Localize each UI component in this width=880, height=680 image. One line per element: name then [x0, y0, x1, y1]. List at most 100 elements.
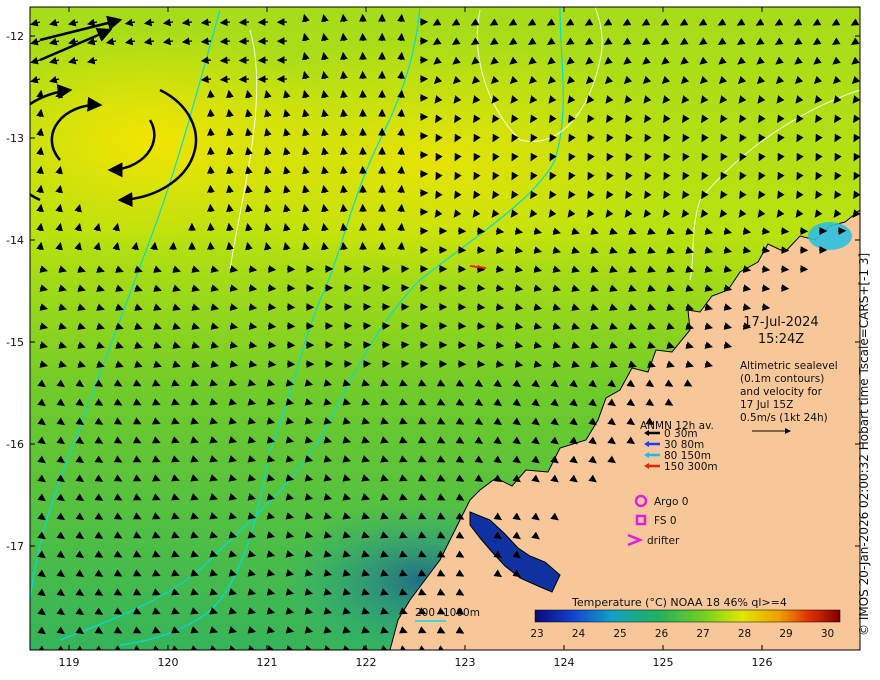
velocity-vector	[397, 89, 405, 99]
copyright-text: © IMOS 20-Jan-2026 02:00:32 Hobart time …	[857, 252, 871, 636]
coastal-cool-patch	[808, 222, 852, 250]
velocity-vector	[267, 341, 277, 349]
velocity-vector	[397, 51, 405, 61]
y-tick-label: -15	[6, 336, 24, 349]
velocity-vector	[340, 127, 348, 137]
velocity-vector	[780, 284, 790, 292]
velocity-vector	[219, 37, 231, 46]
velocity-vector	[495, 341, 505, 349]
velocity-vector	[340, 13, 348, 23]
colorbar-tick-label: 28	[738, 628, 751, 640]
velocity-vector	[495, 265, 505, 273]
alt-line3: and velocity for	[740, 386, 822, 398]
velocity-vector	[238, 37, 250, 46]
velocity-vector	[238, 56, 250, 65]
anmn-item-label: 150 300m	[664, 461, 718, 473]
colorbar-title: Temperature (°C) NOAA 18 46% ql>=4	[571, 596, 787, 609]
velocity-vector	[207, 127, 215, 137]
velocity-vector	[267, 284, 277, 292]
velocity-vector	[219, 56, 231, 65]
alt-line1: Altimetric sealevel	[740, 360, 838, 372]
colorbar-tick-label: 25	[613, 628, 626, 640]
velocity-vector	[397, 32, 405, 42]
velocity-vector	[340, 32, 348, 42]
velocity-vector	[476, 246, 486, 254]
colorbar-tick-label: 26	[655, 628, 669, 640]
velocity-vector	[397, 165, 405, 175]
velocity-vector	[207, 108, 215, 118]
bathy-label-1000: 1000m	[443, 607, 480, 619]
velocity-vector	[397, 222, 405, 232]
velocity-vector	[761, 265, 771, 273]
y-tick-label: -14	[6, 234, 24, 247]
x-tick-label: 126	[752, 656, 773, 669]
colorbar-gradient	[534, 609, 841, 623]
argo-label: Argo 0	[654, 496, 688, 508]
x-tick-label: 121	[257, 656, 278, 669]
velocity-vector	[761, 246, 771, 254]
velocity-vector	[340, 241, 348, 251]
velocity-vector	[200, 75, 212, 84]
velocity-vector	[207, 241, 215, 251]
velocity-vector	[267, 265, 277, 273]
datetime-label: 17-Jul-2024 15:24Z	[726, 314, 836, 348]
alt-line5: 0.5m/s (1kt 24h)	[740, 412, 828, 424]
velocity-vector	[219, 75, 231, 84]
velocity-vector	[397, 146, 405, 156]
velocity-vector	[397, 184, 405, 194]
velocity-vector	[495, 284, 505, 292]
velocity-vector	[340, 222, 348, 232]
x-tick-label: 125	[653, 656, 674, 669]
colorbar-tick-label: 30	[821, 628, 834, 640]
date-text: 17-Jul-2024	[743, 315, 819, 330]
y-tick-label: -12	[6, 30, 24, 43]
velocity-vector	[340, 89, 348, 99]
bathy-label-200: 200	[415, 607, 435, 619]
velocity-vector	[495, 227, 505, 235]
fs-label: FS 0	[654, 515, 677, 527]
velocity-vector	[200, 18, 212, 27]
velocity-vector	[495, 322, 505, 330]
velocity-vector	[207, 203, 215, 213]
velocity-vector	[780, 227, 790, 235]
velocity-vector	[267, 303, 277, 311]
velocity-vector	[761, 227, 771, 235]
velocity-vector	[340, 146, 348, 156]
velocity-vector	[200, 56, 212, 65]
velocity-vector	[780, 246, 790, 254]
velocity-vector	[340, 70, 348, 80]
velocity-vector	[495, 303, 505, 311]
velocity-vector	[207, 146, 215, 156]
x-tick-label: 124	[554, 656, 575, 669]
velocity-vector	[238, 75, 250, 84]
alt-line2: (0.1m contours)	[740, 373, 825, 385]
velocity-vector	[397, 241, 405, 251]
colorbar-tick-label: 29	[779, 628, 792, 640]
velocity-vector	[340, 108, 348, 118]
velocity-vector	[476, 322, 486, 330]
colorbar-tick-label: 24	[572, 628, 586, 640]
velocity-vector	[238, 18, 250, 27]
x-tick-label: 123	[455, 656, 476, 669]
velocity-vector	[476, 303, 486, 311]
velocity-vector	[340, 165, 348, 175]
bathymetry-legend: 200 1000m	[415, 607, 480, 622]
velocity-vector	[219, 18, 231, 27]
colorbar-tick-label: 27	[696, 628, 709, 640]
velocity-vector	[476, 227, 486, 235]
colorbar-tick-label: 23	[530, 628, 543, 640]
velocity-vector	[761, 284, 771, 292]
velocity-vector	[267, 322, 277, 330]
altimetry-legend: Altimetric sealevel (0.1m contours) and …	[740, 360, 838, 425]
y-tick-label: -17	[6, 540, 24, 553]
velocity-vector	[200, 37, 212, 46]
velocity-vector	[476, 360, 486, 368]
velocity-vector	[761, 303, 771, 311]
velocity-vector	[495, 246, 505, 254]
x-tick-label: 119	[59, 656, 80, 669]
velocity-vector	[340, 203, 348, 213]
velocity-vector	[397, 108, 405, 118]
velocity-vector	[476, 284, 486, 292]
y-tick-label: -16	[6, 438, 24, 451]
velocity-vector	[397, 70, 405, 80]
